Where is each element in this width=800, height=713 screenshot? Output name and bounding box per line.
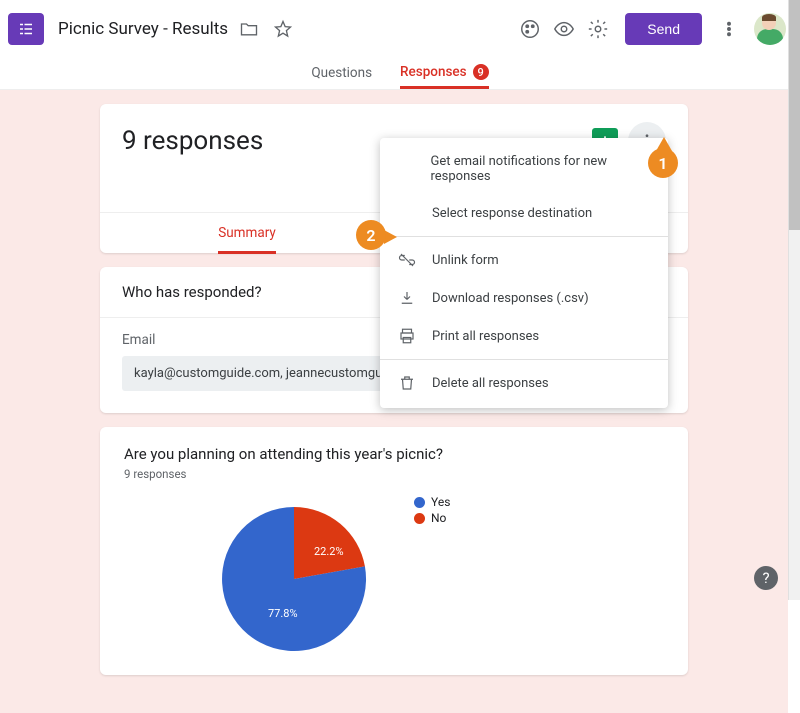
help-icon[interactable]: ? xyxy=(754,566,778,590)
document-title[interactable]: Picnic Survey - Results xyxy=(58,19,228,39)
send-button[interactable]: Send xyxy=(625,13,702,45)
trash-icon xyxy=(398,374,416,392)
menu-download-csv[interactable]: Download responses (.csv) xyxy=(380,279,668,317)
scrollbar-thumb[interactable] xyxy=(789,0,800,230)
chart-legend: Yes No xyxy=(414,489,450,527)
menu-response-destination[interactable]: Select response destination xyxy=(380,194,668,232)
menu-print-responses[interactable]: Print all responses xyxy=(380,317,668,355)
chart-question: Are you planning on attending this year'… xyxy=(124,445,664,463)
app-header: Picnic Survey - Results Send xyxy=(0,0,800,58)
slice-label-yes: 77.8% xyxy=(268,607,298,620)
scrollbar-track[interactable] xyxy=(788,0,800,600)
legend-swatch-no xyxy=(414,513,425,524)
pie-chart: 22.2% 77.8% xyxy=(204,489,384,669)
tab-responses-label: Responses xyxy=(400,64,467,80)
unlink-icon xyxy=(398,251,416,269)
form-tabs: Questions Responses 9 xyxy=(0,58,800,90)
move-folder-icon[interactable] xyxy=(236,16,262,42)
callout-1: 1 xyxy=(648,148,678,178)
legend-swatch-yes xyxy=(414,497,425,508)
responses-dropdown-menu: Get email notifications for new response… xyxy=(380,138,668,408)
settings-gear-icon[interactable] xyxy=(585,16,611,42)
more-vertical-icon[interactable] xyxy=(716,16,742,42)
print-icon xyxy=(398,327,416,345)
tab-questions[interactable]: Questions xyxy=(311,65,372,89)
legend-item-yes: Yes xyxy=(414,495,450,509)
menu-divider xyxy=(380,236,668,237)
callout-2-pointer xyxy=(384,230,397,244)
chart-subtitle: 9 responses xyxy=(124,467,664,481)
download-icon xyxy=(398,289,416,307)
sub-tab-summary[interactable]: Summary xyxy=(100,213,394,253)
menu-delete-responses[interactable]: Delete all responses xyxy=(380,364,668,402)
slice-label-no: 22.2% xyxy=(314,545,344,558)
preview-icon[interactable] xyxy=(551,16,577,42)
chart-card: Are you planning on attending this year'… xyxy=(100,427,688,675)
callout-2: 2 xyxy=(356,220,386,250)
account-avatar[interactable] xyxy=(754,13,786,45)
menu-unlink-form[interactable]: Unlink form xyxy=(380,241,668,279)
customize-theme-icon[interactable] xyxy=(517,16,543,42)
legend-item-no: No xyxy=(414,511,450,525)
tab-responses[interactable]: Responses 9 xyxy=(400,64,489,89)
forms-app-icon[interactable] xyxy=(8,13,44,45)
menu-divider xyxy=(380,359,668,360)
responses-count-badge: 9 xyxy=(473,64,489,80)
star-icon[interactable] xyxy=(270,16,296,42)
menu-email-notifications[interactable]: Get email notifications for new response… xyxy=(380,144,668,194)
